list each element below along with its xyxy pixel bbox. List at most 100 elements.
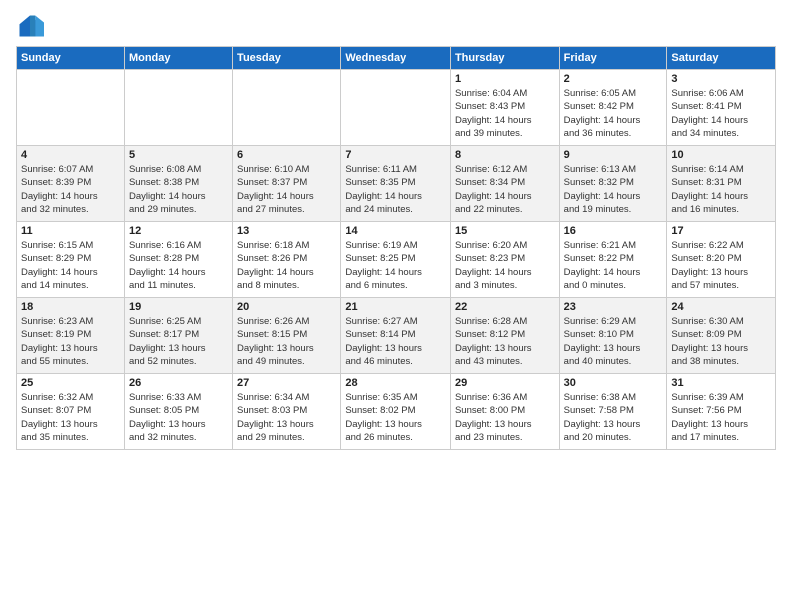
calendar-cell: 14Sunrise: 6:19 AM Sunset: 8:25 PM Dayli… bbox=[341, 222, 451, 298]
calendar-cell bbox=[233, 70, 341, 146]
day-info: Sunrise: 6:30 AM Sunset: 8:09 PM Dayligh… bbox=[671, 315, 771, 368]
calendar-cell: 10 Sunrise: 6:14 AM Sunset: 8:31 PM Dayli… bbox=[667, 146, 776, 222]
day-info: Sunrise: 6:34 AM Sunset: 8:03 PM Dayligh… bbox=[237, 391, 336, 444]
day-info: Sunrise: 6:04 AM Sunset: 8:43 PM Dayligh… bbox=[455, 87, 555, 140]
calendar-week-row: 11 Sunrise: 6:15 AM Sunset: 8:29 PM Dayli… bbox=[17, 222, 776, 298]
day-number: 27 bbox=[237, 377, 336, 389]
day-info: Sunrise: 6:33 AM Sunset: 8:05 PM Dayligh… bbox=[129, 391, 228, 444]
calendar-cell: 9 Sunrise: 6:13 AM Sunset: 8:32 PM Daylig… bbox=[559, 146, 667, 222]
day-number: 15 bbox=[455, 225, 555, 237]
day-info: Sunrise: 6:15 AM Sunset: 8:29 PM Dayligh… bbox=[21, 239, 120, 292]
day-info: Sunrise: 6:39 AM Sunset: 7:56 PM Dayligh… bbox=[671, 391, 771, 444]
calendar-cell bbox=[124, 70, 232, 146]
calendar-cell bbox=[341, 70, 451, 146]
calendar-cell: 1Sunrise: 6:04 AM Sunset: 8:43 PM Daylig… bbox=[450, 70, 559, 146]
weekday-header: Sunday bbox=[17, 47, 125, 70]
day-number: 13 bbox=[237, 225, 336, 237]
calendar-cell: 6 Sunrise: 6:10 AM Sunset: 8:37 PM Daylig… bbox=[233, 146, 341, 222]
weekday-header: Monday bbox=[124, 47, 232, 70]
calendar-cell: 2 Sunrise: 6:05 AM Sunset: 8:42 PM Daylig… bbox=[559, 70, 667, 146]
day-number: 18 bbox=[21, 301, 120, 313]
day-info: Sunrise: 6:38 AM Sunset: 7:58 PM Dayligh… bbox=[564, 391, 663, 444]
calendar-cell: 27 Sunrise: 6:34 AM Sunset: 8:03 PM Dayli… bbox=[233, 374, 341, 450]
weekday-header: Thursday bbox=[450, 47, 559, 70]
day-number: 7 bbox=[345, 149, 446, 161]
calendar-week-row: 4Sunrise: 6:07 AM Sunset: 8:39 PM Daylig… bbox=[17, 146, 776, 222]
day-number: 20 bbox=[237, 301, 336, 313]
calendar-cell: 7 Sunrise: 6:11 AM Sunset: 8:35 PM Daylig… bbox=[341, 146, 451, 222]
calendar-cell: 20 Sunrise: 6:26 AM Sunset: 8:15 PM Dayli… bbox=[233, 298, 341, 374]
day-info: Sunrise: 6:23 AM Sunset: 8:19 PM Dayligh… bbox=[21, 315, 120, 368]
calendar-cell: 25 Sunrise: 6:32 AM Sunset: 8:07 PM Dayli… bbox=[17, 374, 125, 450]
day-number: 12 bbox=[129, 225, 228, 237]
day-number: 26 bbox=[129, 377, 228, 389]
logo-icon bbox=[16, 12, 44, 40]
header bbox=[16, 12, 776, 40]
day-info: Sunrise: 6:20 AM Sunset: 8:23 PM Dayligh… bbox=[455, 239, 555, 292]
day-info: Sunrise: 6:10 AM Sunset: 8:37 PM Dayligh… bbox=[237, 163, 336, 216]
calendar-week-row: 1Sunrise: 6:04 AM Sunset: 8:43 PM Daylig… bbox=[17, 70, 776, 146]
calendar-cell: 24 Sunrise: 6:30 AM Sunset: 8:09 PM Dayli… bbox=[667, 298, 776, 374]
day-number: 4 bbox=[21, 149, 120, 161]
calendar-cell: 4Sunrise: 6:07 AM Sunset: 8:39 PM Daylig… bbox=[17, 146, 125, 222]
day-number: 28 bbox=[345, 377, 446, 389]
day-info: Sunrise: 6:18 AM Sunset: 8:26 PM Dayligh… bbox=[237, 239, 336, 292]
calendar-week-row: 18 Sunrise: 6:23 AM Sunset: 8:19 PM Dayli… bbox=[17, 298, 776, 374]
day-info: Sunrise: 6:05 AM Sunset: 8:42 PM Dayligh… bbox=[564, 87, 663, 140]
day-number: 3 bbox=[671, 73, 771, 85]
page-container: SundayMondayTuesdayWednesdayThursdayFrid… bbox=[0, 0, 792, 458]
day-info: Sunrise: 6:28 AM Sunset: 8:12 PM Dayligh… bbox=[455, 315, 555, 368]
day-number: 2 bbox=[564, 73, 663, 85]
day-number: 31 bbox=[671, 377, 771, 389]
calendar-cell: 5Sunrise: 6:08 AM Sunset: 8:38 PM Daylig… bbox=[124, 146, 232, 222]
calendar-cell: 21Sunrise: 6:27 AM Sunset: 8:14 PM Dayli… bbox=[341, 298, 451, 374]
day-number: 24 bbox=[671, 301, 771, 313]
calendar-cell: 8 Sunrise: 6:12 AM Sunset: 8:34 PM Daylig… bbox=[450, 146, 559, 222]
day-info: Sunrise: 6:26 AM Sunset: 8:15 PM Dayligh… bbox=[237, 315, 336, 368]
day-number: 21 bbox=[345, 301, 446, 313]
day-info: Sunrise: 6:11 AM Sunset: 8:35 PM Dayligh… bbox=[345, 163, 446, 216]
day-number: 8 bbox=[455, 149, 555, 161]
calendar-cell: 26 Sunrise: 6:33 AM Sunset: 8:05 PM Dayli… bbox=[124, 374, 232, 450]
day-number: 30 bbox=[564, 377, 663, 389]
day-info: Sunrise: 6:35 AM Sunset: 8:02 PM Dayligh… bbox=[345, 391, 446, 444]
day-number: 25 bbox=[21, 377, 120, 389]
calendar-cell: 3 Sunrise: 6:06 AM Sunset: 8:41 PM Daylig… bbox=[667, 70, 776, 146]
weekday-header: Wednesday bbox=[341, 47, 451, 70]
calendar-cell: 23 Sunrise: 6:29 AM Sunset: 8:10 PM Dayli… bbox=[559, 298, 667, 374]
day-info: Sunrise: 6:32 AM Sunset: 8:07 PM Dayligh… bbox=[21, 391, 120, 444]
day-number: 10 bbox=[671, 149, 771, 161]
day-info: Sunrise: 6:25 AM Sunset: 8:17 PM Dayligh… bbox=[129, 315, 228, 368]
calendar-cell: 22 Sunrise: 6:28 AM Sunset: 8:12 PM Dayli… bbox=[450, 298, 559, 374]
day-info: Sunrise: 6:22 AM Sunset: 8:20 PM Dayligh… bbox=[671, 239, 771, 292]
calendar-cell: 30 Sunrise: 6:38 AM Sunset: 7:58 PM Dayli… bbox=[559, 374, 667, 450]
calendar-cell: 12 Sunrise: 6:16 AM Sunset: 8:28 PM Dayli… bbox=[124, 222, 232, 298]
day-number: 22 bbox=[455, 301, 555, 313]
day-number: 5 bbox=[129, 149, 228, 161]
calendar-cell: 31 Sunrise: 6:39 AM Sunset: 7:56 PM Dayli… bbox=[667, 374, 776, 450]
day-number: 16 bbox=[564, 225, 663, 237]
calendar-cell: 18 Sunrise: 6:23 AM Sunset: 8:19 PM Dayli… bbox=[17, 298, 125, 374]
calendar-cell bbox=[17, 70, 125, 146]
logo bbox=[16, 12, 48, 40]
calendar-cell: 13 Sunrise: 6:18 AM Sunset: 8:26 PM Dayli… bbox=[233, 222, 341, 298]
weekday-header: Tuesday bbox=[233, 47, 341, 70]
day-number: 11 bbox=[21, 225, 120, 237]
day-info: Sunrise: 6:21 AM Sunset: 8:22 PM Dayligh… bbox=[564, 239, 663, 292]
calendar-cell: 15 Sunrise: 6:20 AM Sunset: 8:23 PM Dayli… bbox=[450, 222, 559, 298]
day-info: Sunrise: 6:12 AM Sunset: 8:34 PM Dayligh… bbox=[455, 163, 555, 216]
header-row: SundayMondayTuesdayWednesdayThursdayFrid… bbox=[17, 47, 776, 70]
day-number: 17 bbox=[671, 225, 771, 237]
day-info: Sunrise: 6:29 AM Sunset: 8:10 PM Dayligh… bbox=[564, 315, 663, 368]
day-info: Sunrise: 6:19 AM Sunset: 8:25 PM Dayligh… bbox=[345, 239, 446, 292]
day-number: 9 bbox=[564, 149, 663, 161]
calendar-table: SundayMondayTuesdayWednesdayThursdayFrid… bbox=[16, 46, 776, 450]
day-number: 29 bbox=[455, 377, 555, 389]
day-info: Sunrise: 6:13 AM Sunset: 8:32 PM Dayligh… bbox=[564, 163, 663, 216]
day-info: Sunrise: 6:16 AM Sunset: 8:28 PM Dayligh… bbox=[129, 239, 228, 292]
day-info: Sunrise: 6:14 AM Sunset: 8:31 PM Dayligh… bbox=[671, 163, 771, 216]
calendar-cell: 19Sunrise: 6:25 AM Sunset: 8:17 PM Dayli… bbox=[124, 298, 232, 374]
day-number: 23 bbox=[564, 301, 663, 313]
day-info: Sunrise: 6:06 AM Sunset: 8:41 PM Dayligh… bbox=[671, 87, 771, 140]
day-number: 6 bbox=[237, 149, 336, 161]
